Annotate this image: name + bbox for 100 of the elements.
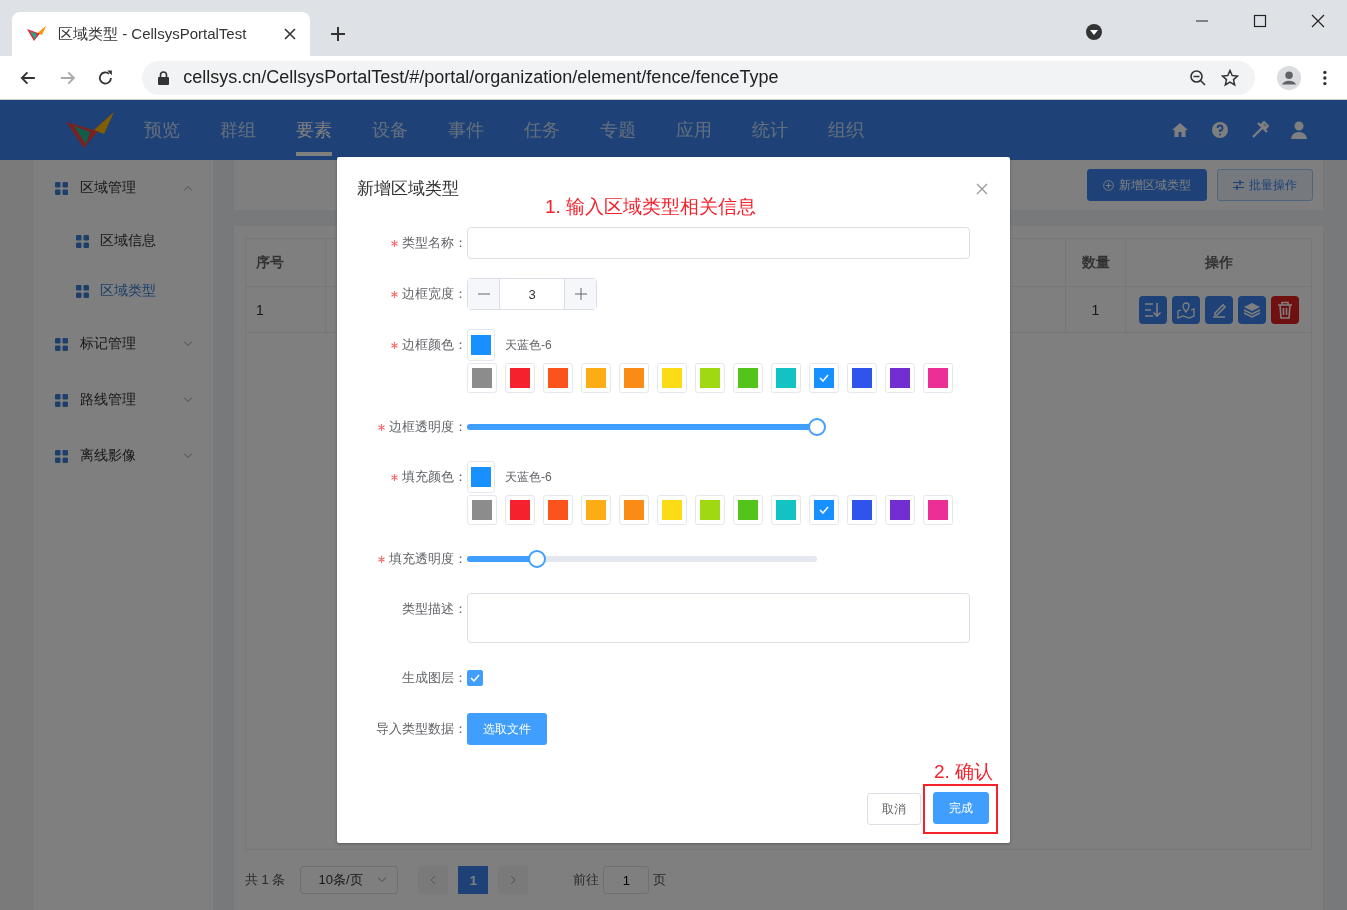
sidebar-group[interactable]: 标记管理 (34, 316, 213, 372)
current-color-swatch[interactable] (467, 329, 495, 361)
page-button[interactable]: 1 (458, 866, 489, 894)
reload-icon[interactable] (97, 68, 115, 87)
color-swatch[interactable] (695, 363, 725, 393)
star-icon[interactable] (1221, 68, 1240, 87)
sidebar-group[interactable]: 离线影像 (34, 428, 213, 484)
slider-handle[interactable] (808, 418, 826, 436)
zoom-out-icon[interactable] (1189, 68, 1208, 87)
choose-file-button[interactable]: 选取文件 (467, 713, 547, 745)
layers-icon (1242, 301, 1261, 318)
lock-icon (158, 70, 170, 85)
color-swatch[interactable] (467, 363, 497, 393)
color-swatch[interactable] (543, 363, 573, 393)
current-color-swatch[interactable] (467, 461, 495, 493)
description-field[interactable] (467, 593, 970, 643)
grid-icon (55, 337, 68, 351)
color-name: 天蓝色-6 (505, 336, 552, 354)
sidebar-item[interactable]: 区域信息 (34, 216, 213, 266)
grid-icon (76, 234, 89, 248)
url-text: cellsys.cn/CellsysPortalTest/#/portal/organization/element/fence/fenceType (183, 67, 779, 88)
dialog-title: 新增区域类型 (357, 178, 459, 200)
color-swatch[interactable] (847, 363, 877, 393)
slider-handle[interactable] (528, 550, 546, 568)
color-swatch[interactable] (581, 363, 611, 393)
layers-button[interactable] (1237, 295, 1266, 324)
color-swatch[interactable] (467, 495, 497, 525)
sidebar-group[interactable]: 路线管理 (34, 372, 213, 428)
plus-circle-icon (1103, 179, 1114, 191)
chevron-right-icon (510, 875, 517, 885)
color-name: 天蓝色-6 (505, 468, 552, 486)
tools-icon[interactable] (1251, 121, 1269, 139)
minus-icon (477, 293, 490, 295)
sort-button[interactable] (1138, 295, 1167, 324)
color-swatch[interactable] (771, 495, 801, 525)
toolbar-button[interactable]: 新增区域类型 (1087, 169, 1207, 201)
chevron-icon (183, 453, 193, 459)
number-stepper[interactable]: 3 (467, 278, 597, 310)
nav-item[interactable]: 群组 (220, 100, 296, 160)
sidebar-group[interactable]: 区域管理 (34, 160, 213, 216)
color-swatch[interactable] (923, 495, 953, 525)
browser-tab[interactable]: 区域类型 - CellsysPortalTest (12, 12, 310, 56)
logo-icon (26, 25, 48, 43)
help-icon[interactable] (1211, 121, 1229, 139)
delete-button[interactable] (1270, 295, 1299, 324)
color-swatch[interactable] (581, 495, 611, 525)
maximize-icon[interactable] (1253, 14, 1267, 28)
color-swatch[interactable] (505, 495, 535, 525)
color-swatch[interactable] (885, 363, 915, 393)
map-pin-button[interactable] (1171, 295, 1200, 324)
close-icon[interactable] (1311, 14, 1325, 28)
plus-icon[interactable] (330, 26, 346, 42)
chevron-icon (183, 185, 193, 191)
menu-icon[interactable] (1323, 69, 1327, 86)
increment-button[interactable] (564, 279, 596, 309)
sidebar-item[interactable]: 区域类型 (34, 266, 213, 316)
pencil-icon (1210, 301, 1227, 318)
avatar-icon[interactable] (1277, 64, 1302, 91)
chevron-icon (377, 877, 388, 883)
color-swatch[interactable] (657, 363, 687, 393)
checkbox[interactable] (467, 670, 483, 686)
grid-icon (55, 449, 68, 463)
toolbar-button[interactable]: 批量操作 (1217, 169, 1313, 201)
dropdown-icon[interactable] (1085, 23, 1103, 41)
color-swatch[interactable] (733, 495, 763, 525)
edit-button[interactable] (1204, 295, 1233, 324)
close-icon[interactable] (284, 28, 296, 40)
user-icon[interactable] (1291, 121, 1307, 139)
sidebar-group-label: 区域管理 (80, 179, 137, 197)
sliders-icon (1233, 180, 1244, 190)
map-pin-icon (1176, 300, 1195, 319)
goto-page-field[interactable]: 1 (603, 866, 650, 894)
type-name-field[interactable] (467, 227, 970, 259)
color-swatch[interactable] (847, 495, 877, 525)
color-swatch[interactable] (923, 363, 953, 393)
address-bar[interactable]: cellsys.cn/CellsysPortalTest/#/portal/organization/element/fence/fenceType (142, 60, 1256, 95)
annotation-text: 1. 输入区域类型相关信息 (545, 195, 757, 219)
color-swatch[interactable] (505, 363, 535, 393)
color-swatch[interactable] (619, 363, 649, 393)
chevron-left-icon (430, 875, 437, 885)
decrement-button[interactable] (468, 279, 500, 309)
check-icon (470, 674, 480, 682)
nav-item[interactable]: 预览 (144, 100, 220, 160)
home-icon[interactable] (1171, 121, 1189, 139)
color-swatch[interactable] (733, 363, 763, 393)
field-label: 生成图层： (402, 669, 467, 687)
color-swatch[interactable] (543, 495, 573, 525)
color-swatch[interactable] (809, 363, 839, 393)
page-size-select[interactable]: 10条/页 (300, 866, 399, 894)
color-swatch[interactable] (771, 363, 801, 393)
dialog-button[interactable]: 完成 (933, 792, 989, 824)
color-swatch[interactable] (657, 495, 687, 525)
color-swatch[interactable] (619, 495, 649, 525)
grid-icon (55, 181, 68, 195)
dialog-button[interactable]: 取消 (867, 793, 921, 825)
field-label: 边框宽度： (402, 285, 467, 303)
color-swatch[interactable] (809, 495, 839, 525)
color-swatch[interactable] (885, 495, 915, 525)
table-cell: 1 (246, 287, 326, 332)
color-swatch[interactable] (695, 495, 725, 525)
